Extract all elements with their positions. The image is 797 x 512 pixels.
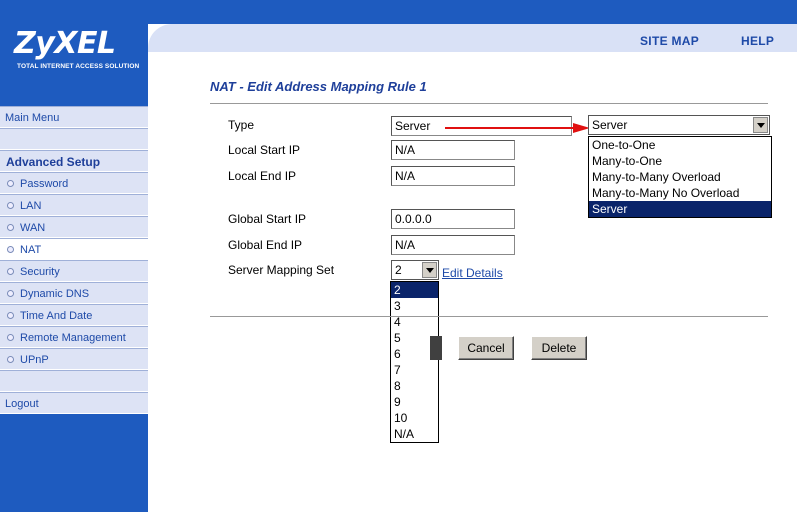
server-mapping-set-select[interactable]: 2	[391, 260, 439, 280]
bullet-icon	[7, 224, 14, 231]
sidebar-item-label: Remote Management	[20, 332, 126, 344]
sidebar-item-label: NAT	[20, 244, 42, 256]
sidebar-item-upnp[interactable]: UPnP	[0, 348, 148, 370]
dropdown-option[interactable]: 10	[391, 410, 438, 426]
zyxel-logo: ZyXEL TOTAL INTERNET ACCESS SOLUTION	[0, 24, 145, 76]
bullet-icon	[7, 180, 14, 187]
sidebar-item-label: UPnP	[20, 354, 49, 366]
sidebar-section-advanced-setup: Advanced Setup	[0, 150, 148, 172]
sidebar-item-label: Dynamic DNS	[20, 288, 90, 300]
dropdown-option[interactable]: 2	[391, 282, 438, 298]
bullet-icon	[7, 290, 14, 297]
sidebar-item-password[interactable]: Password	[0, 172, 148, 194]
top-nav-band	[148, 24, 797, 52]
dropdown-option[interactable]: 9	[391, 394, 438, 410]
sidebar-item-label: Password	[20, 178, 69, 190]
sidebar-item-wan[interactable]: WAN	[0, 216, 148, 238]
sidebar-item-nat[interactable]: NAT	[0, 238, 148, 260]
apply-button-edge[interactable]	[430, 336, 442, 360]
sidebar-item-dynamic-dns[interactable]: Dynamic DNS	[0, 282, 148, 304]
sidebar-item-lan[interactable]: LAN	[0, 194, 148, 216]
chevron-down-icon[interactable]	[753, 117, 768, 133]
global-start-ip-value: 0.0.0.0	[395, 212, 432, 226]
local-start-ip-field[interactable]: N/A	[391, 140, 515, 160]
delete-button[interactable]: Delete	[531, 336, 587, 360]
type-option-server[interactable]: Server	[589, 201, 771, 217]
bullet-icon	[7, 334, 14, 341]
sidebar-item-label: Security	[20, 266, 60, 278]
type-select-expanded-value: Server	[592, 118, 628, 132]
sidebar-item-label: Time And Date	[20, 310, 93, 322]
bullet-icon	[7, 246, 14, 253]
sidebar-spacer	[0, 370, 148, 392]
bullet-icon	[7, 202, 14, 209]
local-start-ip-value: N/A	[395, 143, 416, 157]
divider	[210, 316, 768, 317]
global-start-ip-label: Global Start IP	[228, 212, 307, 226]
sidebar-item-label: Logout	[5, 398, 39, 410]
global-start-ip-field[interactable]: 0.0.0.0	[391, 209, 515, 229]
chevron-down-icon[interactable]	[422, 262, 437, 278]
local-end-ip-label: Local End IP	[228, 169, 297, 183]
sidebar-item-logout[interactable]: Logout	[0, 392, 148, 414]
bullet-icon	[7, 268, 14, 275]
type-select-expanded[interactable]: Server	[588, 115, 770, 135]
brand-name: ZyXEL	[14, 26, 116, 61]
dropdown-option[interactable]: 8	[391, 378, 438, 394]
type-dropdown: One-to-One Many-to-One Many-to-Many Over…	[588, 136, 772, 218]
type-label: Type	[228, 118, 255, 132]
local-start-ip-label: Local Start IP	[228, 143, 301, 157]
cancel-button[interactable]: Cancel	[458, 336, 514, 360]
sidebar-item-main-menu[interactable]: Main Menu	[0, 106, 148, 128]
local-end-ip-field[interactable]: N/A	[391, 166, 515, 186]
global-end-ip-label: Global End IP	[228, 238, 303, 252]
annotation-arrow-icon	[445, 123, 590, 133]
top-bar	[148, 0, 797, 24]
edit-details-link[interactable]: Edit Details	[442, 266, 503, 280]
page-title: NAT - Edit Address Mapping Rule 1	[210, 79, 427, 94]
global-end-ip-field[interactable]: N/A	[391, 235, 515, 255]
sidebar-item-time-and-date[interactable]: Time And Date	[0, 304, 148, 326]
help-link[interactable]: HELP	[741, 34, 774, 48]
sidebar-item-label: WAN	[20, 222, 46, 234]
sidebar-item-label: LAN	[20, 200, 42, 212]
site-map-link[interactable]: SITE MAP	[640, 34, 699, 48]
dropdown-option[interactable]: 7	[391, 362, 438, 378]
sidebar-item-remote-management[interactable]: Remote Management	[0, 326, 148, 348]
brand-tagline: TOTAL INTERNET ACCESS SOLUTION	[17, 63, 140, 70]
server-mapping-set-label: Server Mapping Set	[228, 263, 335, 277]
type-option-many-to-many-no-overload[interactable]: Many-to-Many No Overload	[589, 185, 771, 201]
local-end-ip-value: N/A	[395, 169, 416, 183]
sidebar-section-label: Advanced Setup	[6, 155, 101, 169]
global-end-ip-value: N/A	[395, 238, 416, 252]
sidebar-spacer	[0, 128, 148, 150]
dropdown-option[interactable]: N/A	[391, 426, 438, 442]
bullet-icon	[7, 312, 14, 319]
type-option-many-to-one[interactable]: Many-to-One	[589, 153, 771, 169]
sidebar-item-security[interactable]: Security	[0, 260, 148, 282]
type-option-one-to-one[interactable]: One-to-One	[589, 137, 771, 153]
server-mapping-set-value: 2	[395, 263, 402, 277]
type-option-many-to-many-overload[interactable]: Many-to-Many Overload	[589, 169, 771, 185]
sidebar-item-label: Main Menu	[5, 112, 60, 124]
bullet-icon	[7, 356, 14, 363]
server-mapping-set-dropdown: 2 3 4 5 6 7 8 9 10 N/A	[390, 281, 439, 443]
dropdown-option[interactable]: 3	[391, 298, 438, 314]
type-select-value: Server	[395, 119, 431, 133]
divider	[210, 103, 768, 104]
